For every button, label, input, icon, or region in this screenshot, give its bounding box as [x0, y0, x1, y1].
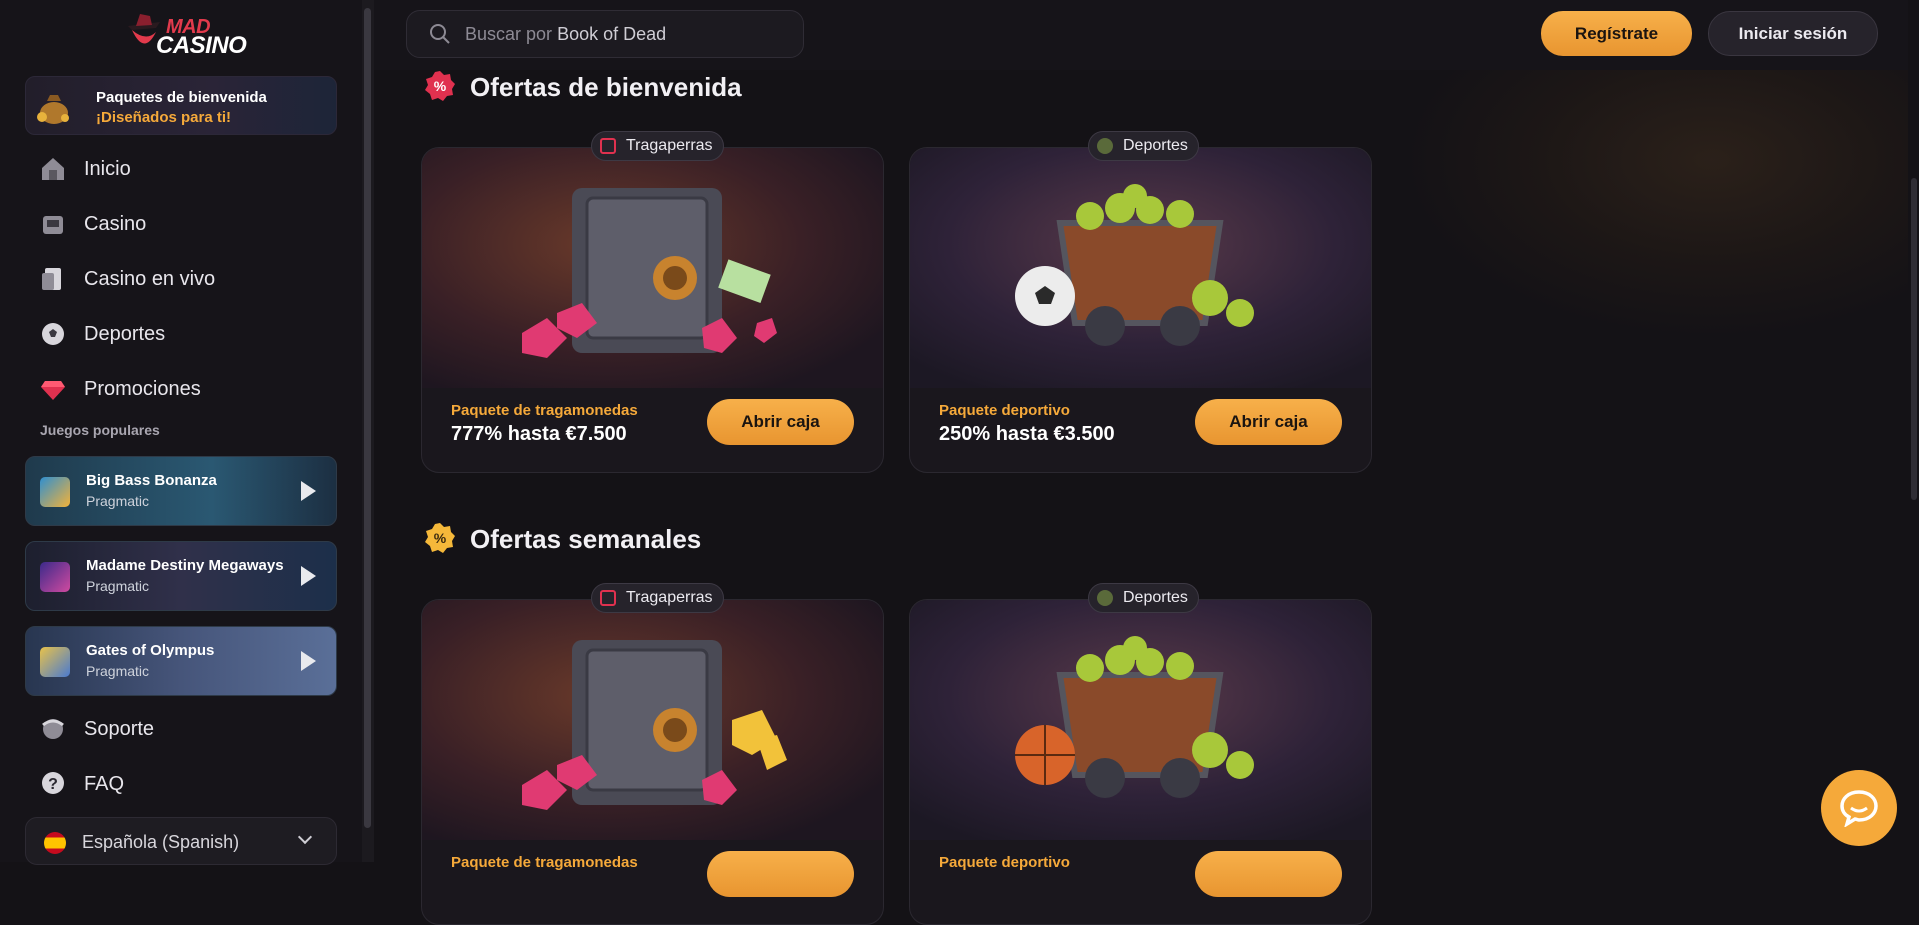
nav-label: Promociones: [84, 377, 201, 400]
mine-cart-with-basketball-illustration: [910, 600, 1371, 840]
section-title: Ofertas de bienvenida: [470, 72, 742, 102]
home-icon: [38, 154, 68, 184]
open-box-button[interactable]: [1195, 851, 1342, 897]
category-tag-sports: Deportes: [1088, 131, 1199, 161]
play-icon[interactable]: [301, 651, 316, 671]
nav-item-faq[interactable]: ? FAQ: [38, 764, 338, 804]
nav-label: Soporte: [84, 717, 155, 740]
category-tag-sports: Deportes: [1088, 583, 1199, 613]
sports-icon: [1097, 590, 1113, 606]
diamond-icon: [38, 374, 68, 404]
background-decoration: [1400, 40, 1919, 340]
play-icon[interactable]: [301, 481, 316, 501]
nav-item-inicio[interactable]: Inicio: [38, 149, 338, 189]
category-tag-slots: Tragaperras: [591, 131, 724, 161]
sidebar: MAD CASINO Paquetes de bienvenida ¡Diseñ…: [0, 0, 362, 865]
slots-icon: [600, 590, 616, 606]
nav-label: Casino en vivo: [84, 267, 216, 290]
tag-label: Deportes: [1123, 137, 1188, 154]
section-title: Ofertas semanales: [470, 524, 702, 554]
nav-label: Inicio: [84, 157, 131, 180]
nav-label: Deportes: [84, 322, 166, 345]
mine-cart-with-gems-illustration: [910, 148, 1371, 388]
nav-label: Casino: [84, 212, 147, 235]
welcome-subtitle: ¡Diseñados para ti!: [96, 109, 232, 126]
game-thumbnail: [40, 647, 70, 677]
game-name: Gates of Olympus: [86, 642, 215, 659]
percent-badge-icon: %: [425, 71, 455, 101]
support-icon: [38, 714, 68, 744]
game-thumbnail: [40, 477, 70, 507]
language-selector[interactable]: Española (Spanish): [25, 817, 337, 865]
svg-text:%: %: [434, 530, 447, 546]
game-provider: Pragmatic: [86, 663, 150, 679]
offer-card-slots[interactable]: Paquete de tragamonedas 777% hasta €7.50…: [421, 147, 884, 473]
mad-casino-logo[interactable]: MAD CASINO: [122, 10, 247, 62]
main-scrollbar-thumb[interactable]: [1911, 178, 1917, 500]
welcome-packages-banner[interactable]: Paquetes de bienvenida ¡Diseñados para t…: [25, 76, 337, 135]
tag-label: Tragaperras: [626, 137, 713, 154]
nav-item-casino[interactable]: Casino: [38, 204, 338, 244]
spain-flag-icon: [44, 832, 66, 854]
money-bag-icon: [37, 95, 69, 124]
offer-value: 250% hasta €3.500: [939, 423, 1115, 445]
offer-card-sports[interactable]: Paquete deportivo 250% hasta €3.500 Abri…: [909, 147, 1372, 473]
nav-item-promociones[interactable]: Promociones: [38, 369, 338, 409]
nav-item-casino-en-vivo[interactable]: Casino en vivo: [38, 259, 338, 299]
popular-games-label: Juegos populares: [40, 422, 160, 438]
nav-item-deportes[interactable]: Deportes: [38, 314, 338, 354]
safe-with-gems-illustration: [422, 148, 883, 388]
game-card-gates-of-olympus[interactable]: Gates of Olympus Pragmatic: [25, 626, 337, 696]
language-label: Española (Spanish): [82, 832, 240, 852]
soccer-ball-icon: [38, 319, 68, 349]
slots-icon: [600, 138, 616, 154]
offer-subtitle: Paquete de tragamonedas: [451, 402, 638, 419]
faq-icon: ?: [38, 769, 68, 799]
offer-subtitle: Paquete deportivo: [939, 854, 1070, 871]
open-box-button[interactable]: [707, 851, 854, 897]
live-chat-button[interactable]: [1821, 770, 1897, 846]
search-placeholder: Buscar por Book of Dead: [465, 23, 667, 44]
category-tag-slots: Tragaperras: [591, 583, 724, 613]
svg-text:?: ?: [48, 776, 58, 793]
casino-icon: [38, 209, 68, 239]
open-box-button[interactable]: Abrir caja: [1195, 399, 1342, 445]
tag-label: Tragaperras: [626, 589, 713, 606]
open-box-button[interactable]: Abrir caja: [707, 399, 854, 445]
sidebar-scrollbar-thumb[interactable]: [364, 8, 371, 828]
offer-value: 777% hasta €7.500: [451, 423, 627, 445]
svg-text:%: %: [434, 78, 447, 94]
offer-subtitle: Paquete deportivo: [939, 402, 1070, 419]
search-icon: [430, 24, 450, 44]
play-icon[interactable]: [301, 566, 316, 586]
offer-card-slots-weekly[interactable]: Paquete de tragamonedas: [421, 599, 884, 925]
game-card-big-bass-bonanza[interactable]: Big Bass Bonanza Pragmatic: [25, 456, 337, 526]
nav-label: FAQ: [84, 772, 125, 795]
search-input[interactable]: Buscar por Book of Dead: [406, 10, 804, 58]
register-button[interactable]: Regístrate: [1541, 11, 1692, 56]
chat-bubble-icon: [1840, 790, 1878, 827]
nav-item-soporte[interactable]: Soporte: [38, 709, 338, 749]
game-thumbnail: [40, 562, 70, 592]
offer-subtitle: Paquete de tragamonedas: [451, 854, 638, 871]
logo-casino-text: CASINO: [156, 32, 247, 59]
game-card-madame-destiny-megaways[interactable]: Madame Destiny Megaways Pragmatic: [25, 541, 337, 611]
percent-badge-icon: %: [425, 523, 455, 553]
chevron-down-icon: [297, 829, 313, 845]
sports-icon: [1097, 138, 1113, 154]
tag-label: Deportes: [1123, 589, 1188, 606]
safe-with-gems-illustration: [422, 600, 883, 840]
live-casino-icon: [38, 264, 68, 294]
login-button[interactable]: Iniciar sesión: [1708, 11, 1878, 56]
game-provider: Pragmatic: [86, 578, 150, 594]
welcome-title: Paquetes de bienvenida: [96, 89, 267, 106]
game-name: Madame Destiny Megaways: [86, 557, 284, 574]
offer-card-sports-weekly[interactable]: Paquete deportivo: [909, 599, 1372, 925]
game-name: Big Bass Bonanza: [86, 472, 217, 489]
game-provider: Pragmatic: [86, 493, 150, 509]
